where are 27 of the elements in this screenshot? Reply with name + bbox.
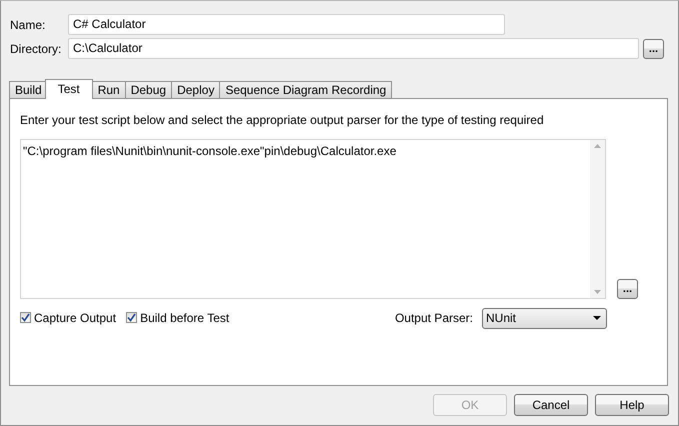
field-label: Name: bbox=[10, 18, 46, 32]
checkbox[interactable] bbox=[20, 312, 31, 324]
browse-button[interactable]: ... bbox=[617, 279, 638, 299]
instruction-text: Enter your test script below and select the appropriate output parser for the type of testing required bbox=[20, 113, 545, 127]
output-parser-dropdown[interactable]: NUnit bbox=[482, 308, 607, 328]
field-label: Directory: bbox=[10, 42, 62, 56]
dialog-button[interactable]: Cancel bbox=[514, 394, 588, 416]
text-field[interactable]: C# Calculator bbox=[68, 14, 505, 35]
scroll-down-icon[interactable] bbox=[594, 290, 601, 294]
tab[interactable]: Deploy bbox=[171, 81, 220, 98]
output-parser-label: Output Parser: bbox=[394, 311, 473, 325]
script-text: "C:\program files\Nunit\bin\nunit-console.exe"pin\debug\Calculator.exe bbox=[22, 143, 398, 160]
tab[interactable]: Test bbox=[44, 79, 93, 99]
tab[interactable]: Run bbox=[92, 81, 126, 98]
tab[interactable]: Build bbox=[9, 81, 48, 98]
checkbox-label[interactable]: Capture Output bbox=[34, 310, 116, 325]
script-text-area[interactable]: "C:\program files\Nunit\bin\nunit-console.exe"pin\debug\Calculator.exe bbox=[20, 139, 606, 299]
dropdown-arrow-icon bbox=[593, 316, 601, 320]
scroll-up-icon[interactable] bbox=[594, 144, 601, 148]
checkbox-label[interactable]: Build before Test bbox=[140, 310, 230, 325]
dialog-button[interactable]: Help bbox=[595, 394, 669, 416]
vertical-scrollbar[interactable] bbox=[590, 140, 605, 298]
checkbox[interactable] bbox=[126, 312, 138, 324]
tab[interactable]: Sequence Diagram Recording bbox=[219, 81, 392, 98]
tab[interactable]: Debug bbox=[124, 81, 172, 98]
text-field[interactable]: C:\Calculator bbox=[68, 38, 639, 59]
browse-button[interactable]: ... bbox=[643, 38, 664, 58]
